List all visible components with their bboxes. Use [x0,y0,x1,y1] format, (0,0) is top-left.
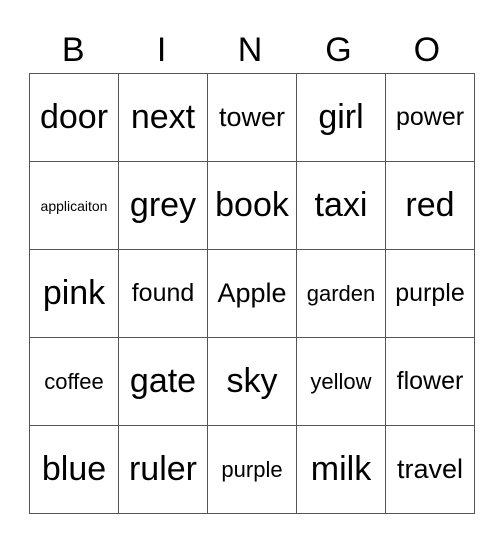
bingo-cell[interactable]: Apple [207,249,297,338]
bingo-cell[interactable]: garden [296,249,386,338]
bingo-cell[interactable]: gate [118,337,208,426]
bingo-cell[interactable]: pink [29,249,119,338]
bingo-cell[interactable]: flower [385,337,475,426]
grid-row: coffee gate sky yellow flower [29,337,475,426]
grid-row: blue ruler purple milk travel [29,425,475,514]
bingo-cell[interactable]: yellow [296,337,386,426]
bingo-cell[interactable]: blue [29,425,119,514]
bingo-cell[interactable]: tower [207,73,297,162]
bingo-cell[interactable]: taxi [296,161,386,250]
bingo-grid: door next tower girl power applicaiton g… [29,73,475,514]
bingo-cell[interactable]: red [385,161,475,250]
bingo-cell[interactable]: applicaiton [29,161,119,250]
bingo-cell[interactable]: sky [207,337,297,426]
bingo-cell[interactable]: grey [118,161,208,250]
bingo-cell[interactable]: found [118,249,208,338]
bingo-cell[interactable]: power [385,73,475,162]
bingo-cell[interactable]: next [118,73,208,162]
header-letter-i: I [156,31,167,69]
bingo-cell[interactable]: travel [385,425,475,514]
header-letter-n: N [237,31,263,69]
grid-row: pink found Apple garden purple [29,249,475,338]
bingo-header: B I N G O [29,28,471,72]
header-letter-o: O [413,31,441,69]
grid-row: door next tower girl power [29,73,475,162]
header-letter-g: G [325,31,352,69]
bingo-cell[interactable]: milk [296,425,386,514]
bingo-cell[interactable]: purple [207,425,297,514]
bingo-cell[interactable]: girl [296,73,386,162]
bingo-cell[interactable]: purple [385,249,475,338]
grid-row: applicaiton grey book taxi red [29,161,475,250]
bingo-cell[interactable]: coffee [29,337,119,426]
header-letter-b: B [61,31,85,69]
bingo-cell[interactable]: door [29,73,119,162]
bingo-cell[interactable]: ruler [118,425,208,514]
bingo-cell[interactable]: book [207,161,297,250]
